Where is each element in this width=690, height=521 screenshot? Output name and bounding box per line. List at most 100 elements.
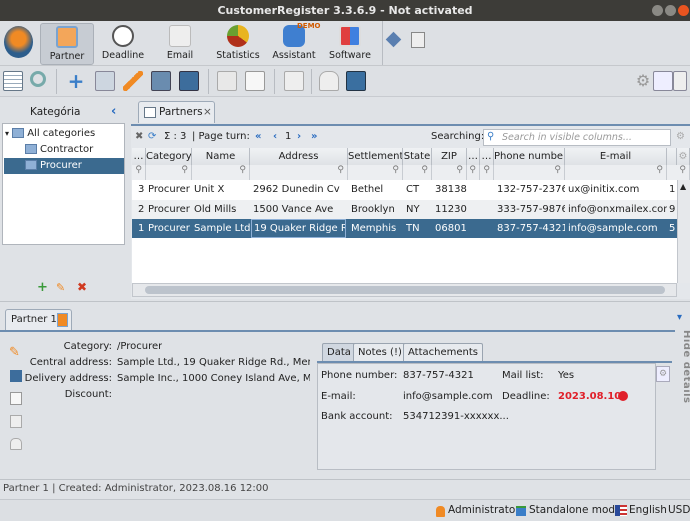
edit-pencil-icon[interactable] (123, 71, 143, 91)
column-header-phone[interactable]: Phone number (494, 148, 565, 165)
module-deadline[interactable]: Deadline (98, 23, 148, 65)
module-email[interactable]: Email (155, 23, 205, 65)
column-header-rownum[interactable]: … (132, 148, 146, 165)
add-icon[interactable]: + (66, 71, 86, 91)
column-header-zip[interactable]: ZIP (432, 148, 467, 165)
email-value[interactable]: info@sample.com (403, 391, 493, 402)
column-header-address[interactable]: Address (250, 148, 348, 165)
module-software[interactable]: Software (325, 23, 375, 65)
delete-category-icon[interactable]: ✖ (77, 280, 87, 294)
filter-rownum[interactable] (132, 165, 146, 180)
settings-gear-icon[interactable]: ⚙ (633, 71, 653, 91)
column-header-settlement[interactable]: Settlement (348, 148, 403, 165)
copy-icon[interactable] (10, 415, 22, 428)
envelope-icon[interactable] (319, 71, 339, 91)
last-page-icon[interactable]: » (311, 128, 317, 146)
table-view-icon[interactable] (3, 71, 23, 91)
grid-settings-icon[interactable]: ⚙ (676, 128, 685, 146)
scroll-up-arrow-icon[interactable]: ▲ (680, 182, 686, 191)
refresh-icon[interactable] (95, 71, 115, 91)
previous-page-icon[interactable]: ‹ (273, 128, 277, 146)
deadline-value: 2023.08.10 (558, 391, 622, 402)
filter-name[interactable] (192, 165, 250, 180)
column-header-extra[interactable] (667, 148, 677, 165)
clear-filter-icon[interactable]: ✖ (135, 128, 143, 146)
add-category-icon[interactable]: + (37, 280, 48, 295)
tab-partners[interactable]: Partners × (138, 101, 215, 123)
close-window-button[interactable] (678, 5, 689, 16)
column-header-hidden-2[interactable]: … (480, 148, 494, 165)
fullscreen-icon[interactable] (653, 71, 673, 91)
module-statistics[interactable]: Statistics (212, 23, 264, 65)
tree-item-all-categories[interactable]: ▾ All categories (3, 126, 95, 142)
filter-zip[interactable] (432, 165, 467, 180)
layout-icon[interactable] (411, 32, 425, 48)
filter-phone[interactable] (494, 165, 565, 180)
status-language[interactable]: English (629, 500, 667, 521)
refresh-grid-icon[interactable]: ⟳ (148, 128, 156, 146)
filter-email[interactable] (565, 165, 667, 180)
table-row[interactable]: 1Procurer Sample Ltd.19 Quaker Ridge Rd. M… (132, 219, 677, 238)
status-currency[interactable]: USD (668, 500, 690, 521)
deadline-label: Deadline: (502, 391, 550, 402)
cell-phone: 837-757-4321 (497, 223, 565, 234)
layout-icon[interactable] (673, 71, 687, 91)
cell-name: Sample Ltd. (194, 223, 250, 234)
status-mode[interactable]: Standalone mode (529, 500, 622, 521)
subtab-notes[interactable]: Notes (!) (353, 343, 407, 361)
table-row[interactable]: 2 Procurer Old Mills 1500 Vance Ave Brooklyn… (132, 199, 677, 219)
filter-settlement[interactable] (348, 165, 403, 180)
deadline-alarm-icon (618, 391, 628, 401)
hide-details-chevron-icon[interactable]: ▾ (677, 312, 682, 323)
tab-partner-detail[interactable]: Partner 1 (5, 309, 72, 330)
table-row[interactable]: 3 Procurer Unit X 2962 Dunedin Cv Bethel CT 38… (132, 180, 677, 199)
new-note-icon[interactable] (217, 71, 237, 91)
subtab-data[interactable]: Data (322, 343, 356, 361)
collapse-panel-chevron-icon[interactable]: ‹ (111, 104, 116, 119)
subtab-attachements[interactable]: Attachements (403, 343, 483, 361)
close-tab-icon[interactable]: × (203, 102, 212, 123)
filter-state[interactable] (403, 165, 432, 180)
maximize-button[interactable] (665, 5, 676, 16)
diamond-icon[interactable] (385, 31, 402, 48)
filter-extra[interactable] (667, 165, 690, 180)
search-icon[interactable] (30, 71, 46, 87)
vertical-scrollbar[interactable]: ▲ (677, 180, 690, 283)
tree-item-procurer[interactable]: Procurer (4, 158, 124, 174)
folder-icon (25, 144, 37, 154)
filter-category[interactable] (146, 165, 192, 180)
column-header-email[interactable]: E-mail (565, 148, 667, 165)
filter-address[interactable] (250, 165, 348, 180)
page-number: 1 (285, 131, 292, 142)
column-settings-icon[interactable]: ⚙ (677, 148, 690, 165)
column-header-state[interactable]: State (403, 148, 432, 165)
printer-icon[interactable] (151, 71, 171, 91)
scrollbar-thumb[interactable] (145, 286, 665, 294)
save-icon[interactable] (346, 71, 366, 91)
print-icon[interactable] (179, 71, 199, 91)
filter-hidden-1[interactable] (467, 165, 480, 180)
user-avatar-icon[interactable] (4, 26, 33, 58)
first-page-icon[interactable]: « (255, 128, 261, 146)
hide-details-toggle[interactable]: Hide details (672, 330, 690, 410)
column-header-category[interactable]: Category (146, 148, 192, 165)
filter-hidden-2[interactable] (480, 165, 494, 180)
column-header-hidden-1[interactable]: … (467, 148, 480, 165)
cell-category: Procurer (148, 203, 190, 215)
module-partner[interactable]: Partner (40, 23, 94, 65)
new-document-icon[interactable] (245, 71, 265, 91)
data-settings-icon[interactable]: ⚙ (656, 366, 670, 382)
envelope-icon[interactable] (10, 438, 22, 450)
next-page-icon[interactable]: › (297, 128, 301, 146)
expand-triangle-icon[interactable]: ▾ (5, 129, 9, 138)
tree-item-contractor[interactable]: Contractor (23, 142, 93, 158)
splitter[interactable] (0, 301, 690, 304)
copy-icon[interactable] (284, 71, 304, 91)
column-header-name[interactable]: Name (192, 148, 250, 165)
cell-email: info@sample.com (568, 223, 658, 234)
minimize-button[interactable] (652, 5, 663, 16)
edit-category-icon[interactable]: ✎ (56, 281, 65, 294)
status-user[interactable]: Administrator (448, 500, 520, 521)
horizontal-scrollbar[interactable] (132, 283, 677, 297)
search-input[interactable]: ⚲ Search in visible columns... (483, 129, 671, 146)
